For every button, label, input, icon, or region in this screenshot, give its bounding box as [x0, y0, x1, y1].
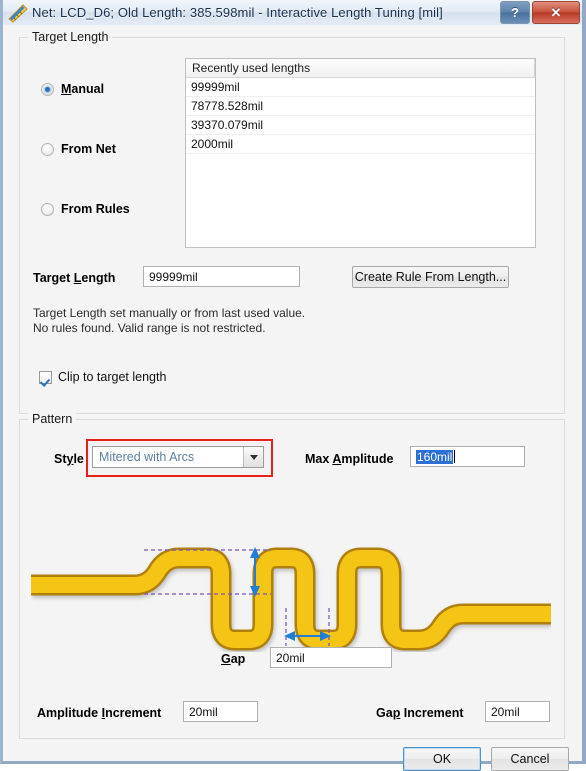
window-title: Net: LCD_D6; Old Length: 385.598mil - In… [32, 5, 443, 20]
max-amplitude-input[interactable]: 160mil [410, 446, 525, 467]
help-button[interactable]: ? [500, 1, 530, 24]
radio-from-rules-indicator[interactable] [41, 202, 54, 216]
tuning-pattern-preview [31, 512, 551, 652]
style-combobox[interactable]: Mitered with Arcs [92, 446, 264, 468]
radio-manual-indicator[interactable] [41, 82, 54, 96]
target-length-legend: Target Length [28, 30, 113, 44]
list-item[interactable]: 78778.528mil [186, 97, 535, 116]
ruler-icon [7, 3, 29, 23]
title-bar[interactable]: Net: LCD_D6; Old Length: 385.598mil - In… [3, 0, 582, 26]
cancel-button[interactable]: Cancel [491, 747, 569, 771]
gap-increment-label: Gap Increment [376, 706, 464, 720]
max-amplitude-value: 160mil [416, 449, 454, 464]
radio-from-rules-label: From Rules [61, 202, 130, 216]
clip-checkbox-indicator[interactable] [39, 370, 52, 384]
target-length-hint-line-1: Target Length set manually or from last … [33, 306, 306, 320]
gap-input[interactable]: 20mil [270, 647, 392, 668]
gap-label: Gap [221, 652, 246, 666]
recently-used-lengths-list[interactable]: Recently used lengths 99999mil 78778.528… [185, 58, 536, 248]
create-rule-from-length-button[interactable]: Create Rule From Length... [352, 266, 509, 288]
max-amplitude-label: Max Amplitude [305, 452, 394, 466]
pattern-legend: Pattern [28, 412, 77, 426]
list-item[interactable]: 99999mil [186, 78, 535, 97]
list-item[interactable]: 2000mil [186, 135, 535, 154]
list-header: Recently used lengths [186, 59, 535, 78]
dialog-client: Target Length Manual From Net From Rules… [3, 25, 582, 771]
target-length-hint-line-2: No rules found. Valid range is not restr… [33, 321, 266, 335]
ok-button[interactable]: OK [403, 747, 481, 771]
radio-from-rules[interactable]: From Rules [41, 202, 130, 216]
radio-manual-label: Manual [61, 82, 105, 96]
style-label: Style [54, 452, 84, 466]
clip-to-target-length-checkbox[interactable]: Clip to target length [39, 370, 166, 384]
radio-from-net[interactable]: From Net [41, 142, 116, 156]
clip-checkbox-label: Clip to target length [58, 370, 167, 384]
radio-manual[interactable]: Manual [41, 82, 104, 96]
close-button[interactable]: ✕ [532, 1, 580, 24]
style-combobox-value: Mitered with Arcs [99, 450, 195, 464]
gap-increment-input[interactable]: 20mil [485, 701, 550, 722]
target-length-input[interactable]: 99999mil [143, 266, 300, 287]
radio-from-net-label: From Net [61, 142, 116, 156]
list-item[interactable]: 39370.079mil [186, 116, 535, 135]
amplitude-increment-label: Amplitude Increment [37, 706, 162, 720]
target-length-label: Target Length [33, 271, 116, 285]
title-bar-buttons: ? ✕ [498, 1, 580, 24]
radio-from-net-indicator[interactable] [41, 142, 54, 156]
amplitude-increment-input[interactable]: 20mil [183, 701, 258, 722]
chevron-down-icon[interactable] [243, 447, 263, 467]
dialog-window: Net: LCD_D6; Old Length: 385.598mil - In… [0, 0, 586, 771]
